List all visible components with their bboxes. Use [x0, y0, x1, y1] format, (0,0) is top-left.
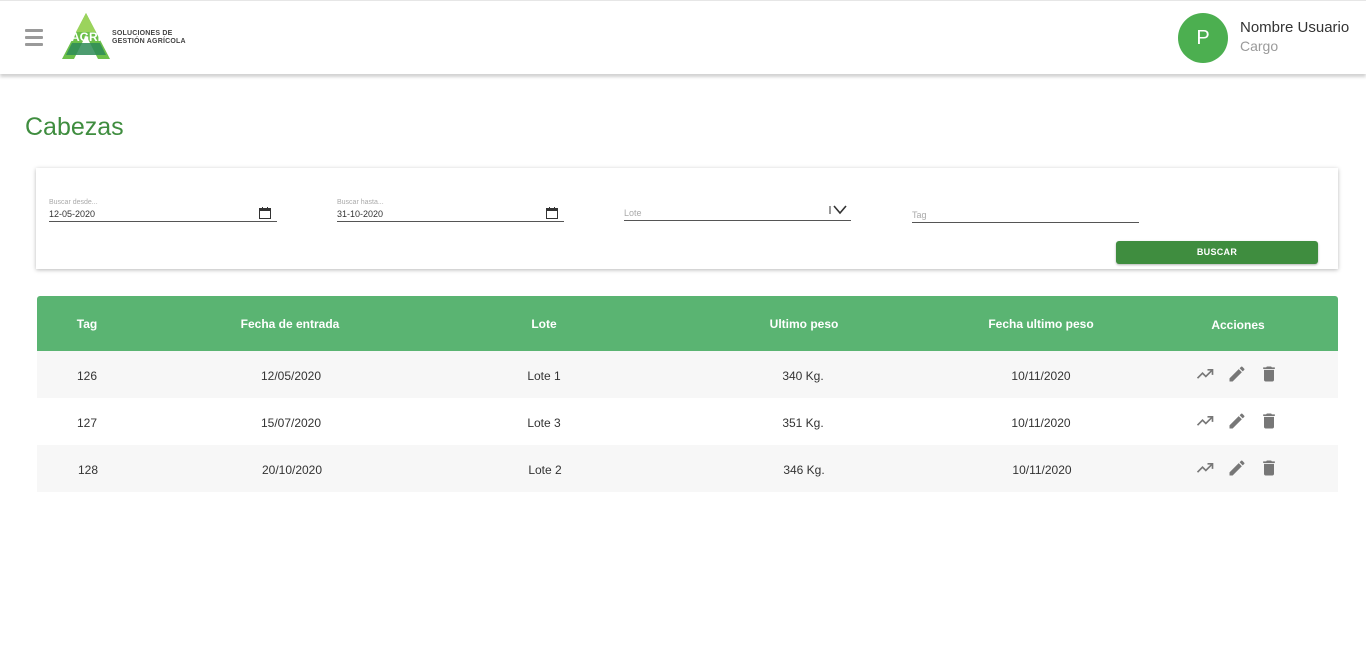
- tag-placeholder: Tag: [912, 210, 927, 220]
- chevron-down-icon[interactable]: [829, 204, 849, 216]
- calendar-icon[interactable]: [259, 207, 271, 219]
- user-role: Cargo: [1240, 38, 1279, 54]
- brand-tagline-line1: SOLUCIONES DE: [112, 30, 173, 37]
- row-actions: [1195, 411, 1275, 431]
- cell-tag: 126: [76, 369, 98, 383]
- table-row[interactable]: 126 12/05/2020 Lote 1 340 Kg. 10/11/2020: [37, 351, 1338, 398]
- calendar-icon[interactable]: [546, 207, 558, 219]
- trending-up-icon[interactable]: [1195, 364, 1215, 384]
- cell-ultimo-peso: 340 Kg.: [782, 369, 824, 383]
- cell-fecha-ultimo-peso: 10/11/2020: [1011, 416, 1071, 430]
- tag-input[interactable]: Tag: [912, 200, 1139, 223]
- column-header-lote[interactable]: Lote: [494, 317, 594, 331]
- cell-fecha-entrada: 20/10/2020: [261, 463, 323, 477]
- cell-ultimo-peso: 346 Kg.: [783, 463, 825, 477]
- brand-tagline: SOLUCIONES DE GESTIÓN AGRÍCOLA: [112, 30, 186, 46]
- cell-tag: 127: [76, 416, 98, 430]
- svg-text:AGRI: AGRI: [71, 30, 101, 44]
- page-title: Cabezas: [25, 113, 124, 141]
- trending-up-icon[interactable]: [1195, 411, 1215, 431]
- date-to-value[interactable]: 31-10-2020: [337, 209, 383, 219]
- filter-card: Buscar desde... 12-05-2020 Buscar hasta.…: [36, 168, 1338, 269]
- user-avatar[interactable]: P: [1178, 13, 1228, 63]
- lote-select[interactable]: Lote: [624, 198, 851, 221]
- cell-fecha-entrada: 15/07/2020: [260, 416, 322, 430]
- date-from-label: Buscar desde...: [49, 199, 98, 206]
- user-name: Nombre Usuario: [1240, 19, 1350, 36]
- date-from-value[interactable]: 12-05-2020: [49, 209, 95, 219]
- date-to-field[interactable]: Buscar hasta... 31-10-2020: [337, 199, 564, 222]
- delete-icon[interactable]: [1259, 458, 1279, 478]
- column-header-fecha-entrada[interactable]: Fecha de entrada: [190, 317, 390, 331]
- cell-lote: Lote 3: [527, 416, 561, 430]
- cell-tag: 128: [77, 463, 99, 477]
- row-actions: [1195, 364, 1275, 384]
- cell-fecha-ultimo-peso: 10/11/2020: [1011, 369, 1071, 383]
- cell-lote: Lote 1: [527, 369, 561, 383]
- date-from-field[interactable]: Buscar desde... 12-05-2020: [49, 199, 277, 222]
- table-header: Tag Fecha de entrada Lote Ultimo peso Fe…: [37, 296, 1338, 351]
- trending-up-icon[interactable]: [1195, 458, 1215, 478]
- cell-fecha-ultimo-peso: 10/11/2020: [1012, 463, 1072, 477]
- table-row[interactable]: 128 20/10/2020 Lote 2 346 Kg. 10/11/2020: [37, 445, 1338, 492]
- date-to-label: Buscar hasta...: [337, 199, 384, 206]
- lote-placeholder: Lote: [624, 208, 642, 218]
- cell-lote: Lote 2: [528, 463, 562, 477]
- search-button[interactable]: BUSCAR: [1116, 241, 1318, 264]
- column-header-acciones: Acciones: [1211, 318, 1265, 332]
- table-row[interactable]: 127 15/07/2020 Lote 3 351 Kg. 10/11/2020: [37, 398, 1338, 445]
- top-app-bar: AGRI SOLUCIONES DE GESTIÓN AGRÍCOLA P No…: [0, 0, 1366, 74]
- heads-table: Tag Fecha de entrada Lote Ultimo peso Fe…: [37, 296, 1338, 492]
- edit-icon[interactable]: [1227, 411, 1247, 431]
- column-header-fecha-ultimo-peso[interactable]: Fecha ultimo peso: [966, 317, 1116, 331]
- column-header-tag[interactable]: Tag: [37, 317, 137, 331]
- cell-fecha-entrada: 12/05/2020: [260, 369, 322, 383]
- delete-icon[interactable]: [1259, 364, 1279, 384]
- agri-logo-mark: AGRI: [62, 13, 110, 59]
- edit-icon[interactable]: [1227, 458, 1247, 478]
- menu-icon[interactable]: [25, 29, 43, 47]
- row-actions: [1195, 458, 1275, 478]
- cell-ultimo-peso: 351 Kg.: [782, 416, 824, 430]
- column-header-ultimo-peso[interactable]: Ultimo peso: [729, 317, 879, 331]
- brand-tagline-line2: GESTIÓN AGRÍCOLA: [112, 38, 186, 45]
- edit-icon[interactable]: [1227, 364, 1247, 384]
- delete-icon[interactable]: [1259, 411, 1279, 431]
